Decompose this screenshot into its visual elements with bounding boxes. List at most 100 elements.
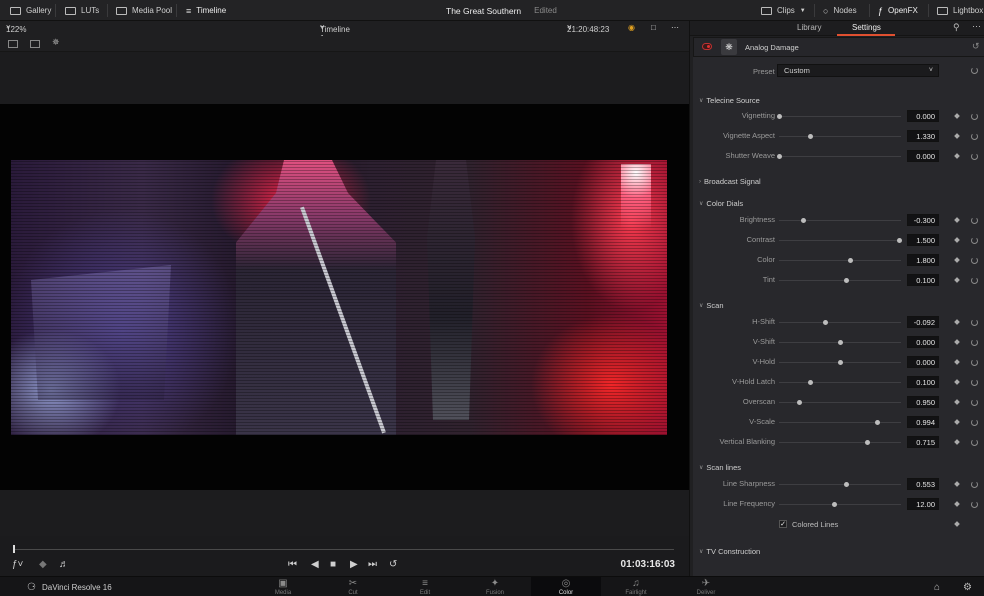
video-frame[interactable] xyxy=(11,160,667,435)
preset-reset-icon[interactable] xyxy=(971,67,978,74)
keyframe-icon[interactable] xyxy=(954,257,960,263)
param-slider[interactable] xyxy=(779,400,901,405)
tab-settings[interactable]: Settings xyxy=(852,23,881,32)
param-slider[interactable] xyxy=(779,218,901,223)
param-reset-icon[interactable] xyxy=(971,379,978,386)
timeline-selector[interactable]: Timeline 1 ˅ xyxy=(320,23,350,43)
keyframe-icon[interactable] xyxy=(954,439,960,445)
keyframe-icon[interactable] xyxy=(954,133,960,139)
param-slider[interactable] xyxy=(779,238,902,243)
keyframe-icon[interactable] xyxy=(954,339,960,345)
zoom-level[interactable]: 122% ˅ xyxy=(6,23,26,34)
colored-lines-checkbox[interactable]: ✓ xyxy=(779,520,787,528)
media-pool-button[interactable]: Media Pool xyxy=(116,0,172,21)
param-reset-icon[interactable] xyxy=(971,217,978,224)
keyframe-icon[interactable] xyxy=(954,521,960,527)
param-value-field[interactable]: -0.300 xyxy=(907,214,939,226)
skip-forward-icon[interactable]: ⏭ xyxy=(368,559,377,570)
param-value-field[interactable]: 0.000 xyxy=(907,150,939,162)
slider-knob[interactable] xyxy=(777,154,782,159)
param-reset-icon[interactable] xyxy=(971,399,978,406)
param-reset-icon[interactable] xyxy=(971,339,978,346)
param-value-field[interactable]: 0.000 xyxy=(907,356,939,368)
source-timecode[interactable]: 21:20:48:23 ˅ xyxy=(567,23,609,34)
preset-dropdown[interactable]: Custom ˅ xyxy=(777,64,939,77)
keyframe-icon[interactable] xyxy=(954,237,960,243)
param-slider[interactable] xyxy=(777,114,901,119)
param-reset-icon[interactable] xyxy=(971,419,978,426)
play-reverse-icon[interactable]: ◀ xyxy=(311,559,319,570)
keyframe-icon[interactable] xyxy=(954,379,960,385)
keyframe-icon[interactable] xyxy=(954,277,960,283)
color-wheel-icon[interactable]: ◉ xyxy=(628,23,635,32)
highlight-icon[interactable]: ✵ xyxy=(52,37,60,48)
page-tab-media[interactable]: ▣ Media xyxy=(248,577,318,596)
keyframe-icon[interactable] xyxy=(954,153,960,159)
param-value-field[interactable]: 0.994 xyxy=(907,416,939,428)
timeline-button[interactable]: ≡ Timeline xyxy=(186,0,226,21)
param-reset-icon[interactable] xyxy=(971,277,978,284)
lightbox-button[interactable]: Lightbox xyxy=(937,0,983,21)
slider-knob[interactable] xyxy=(848,258,853,263)
param-value-field[interactable]: 1.330 xyxy=(907,130,939,142)
keyframe-icon[interactable] xyxy=(954,501,960,507)
param-reset-icon[interactable] xyxy=(971,237,978,244)
play-icon[interactable]: ▶ xyxy=(350,559,358,570)
param-slider[interactable] xyxy=(777,154,901,159)
param-reset-icon[interactable] xyxy=(971,501,978,508)
slider-knob[interactable] xyxy=(844,278,849,283)
param-slider[interactable] xyxy=(779,380,901,385)
slider-knob[interactable] xyxy=(823,320,828,325)
layers-icon[interactable]: ◆ xyxy=(39,559,47,570)
search-icon[interactable]: ⚲ xyxy=(953,22,960,33)
param-reset-icon[interactable] xyxy=(971,113,978,120)
param-slider[interactable] xyxy=(779,482,901,487)
section-header[interactable]: ∨ Scan lines xyxy=(699,463,741,472)
page-tab-fusion[interactable]: ✦ Fusion xyxy=(460,577,530,596)
slider-knob[interactable] xyxy=(838,340,843,345)
param-slider[interactable] xyxy=(779,278,901,283)
keyframe-icon[interactable] xyxy=(954,217,960,223)
section-header[interactable]: › Broadcast Signal xyxy=(699,177,761,186)
section-header[interactable]: ∨ Scan xyxy=(699,301,724,310)
param-value-field[interactable]: 0.000 xyxy=(907,336,939,348)
slider-knob[interactable] xyxy=(777,114,782,119)
page-tab-edit[interactable]: ≡ Edit xyxy=(390,577,460,596)
slider-knob[interactable] xyxy=(808,134,813,139)
panel-options-icon[interactable]: ⋯ xyxy=(972,21,981,32)
slider-knob[interactable] xyxy=(808,380,813,385)
param-value-field[interactable]: 0.950 xyxy=(907,396,939,408)
section-header[interactable]: ∨ TV Construction xyxy=(699,547,760,556)
more-options-icon[interactable]: ⋯ xyxy=(671,23,679,32)
param-reset-icon[interactable] xyxy=(971,439,978,446)
loop-icon[interactable]: ↺ xyxy=(389,559,397,570)
param-reset-icon[interactable] xyxy=(971,359,978,366)
page-tab-cut[interactable]: ✂ Cut xyxy=(318,577,388,596)
luts-button[interactable]: LUTs xyxy=(65,0,99,21)
keyframe-icon[interactable] xyxy=(954,319,960,325)
param-slider[interactable] xyxy=(779,360,901,365)
param-slider[interactable] xyxy=(779,134,901,139)
param-value-field[interactable]: 0.100 xyxy=(907,274,939,286)
section-header[interactable]: ∨ Telecine Source xyxy=(699,96,760,105)
param-reset-icon[interactable] xyxy=(971,153,978,160)
timeline-scrubber[interactable] xyxy=(14,549,674,550)
param-value-field[interactable]: 1.800 xyxy=(907,254,939,266)
gallery-button[interactable]: Gallery xyxy=(10,0,51,21)
openfx-toggle-icon[interactable]: ƒ˅ xyxy=(12,559,23,570)
clips-button[interactable]: Clips ▼ xyxy=(761,0,806,21)
page-tab-deliver[interactable]: ✈ Deliver xyxy=(671,577,741,596)
param-slider[interactable] xyxy=(779,340,901,345)
settings-gear-icon[interactable]: ⚙ xyxy=(963,582,972,593)
param-reset-icon[interactable] xyxy=(971,319,978,326)
slider-knob[interactable] xyxy=(865,440,870,445)
volume-icon[interactable]: ♬ xyxy=(59,559,69,570)
param-value-field[interactable]: 1.500 xyxy=(907,234,939,246)
playhead[interactable] xyxy=(13,545,15,553)
param-value-field[interactable]: 0.100 xyxy=(907,376,939,388)
slider-knob[interactable] xyxy=(875,420,880,425)
page-tab-color[interactable]: ◎ Color xyxy=(531,577,601,596)
openfx-button[interactable]: ƒ OpenFX xyxy=(878,0,918,21)
param-reset-icon[interactable] xyxy=(971,257,978,264)
param-value-field[interactable]: 0.553 xyxy=(907,478,939,490)
